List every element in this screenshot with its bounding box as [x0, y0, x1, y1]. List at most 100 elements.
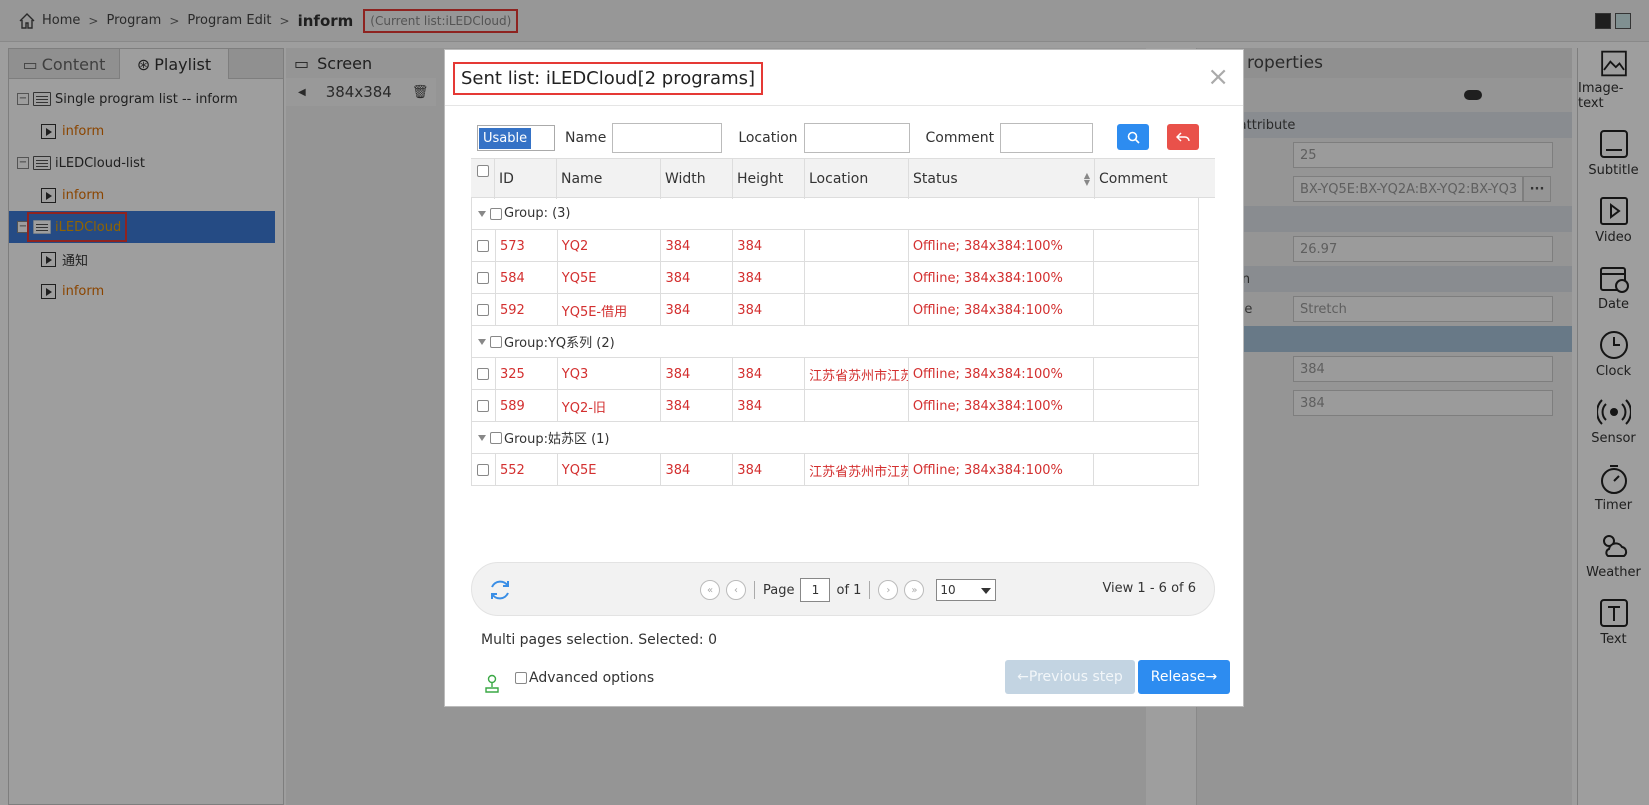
cell-height: 384	[733, 230, 806, 262]
cell-location: 江苏省苏州市江苏	[805, 454, 909, 486]
column-header-id[interactable]: ID	[495, 159, 557, 199]
dialog-header: Sent list: iLEDCloud[2 programs] ×	[445, 50, 1243, 106]
comment-input[interactable]	[1000, 123, 1094, 153]
column-header-comment[interactable]: Comment	[1095, 159, 1199, 199]
cell-height: 384	[733, 294, 806, 326]
collapse-triangle-icon[interactable]	[478, 434, 486, 441]
comment-label: Comment	[925, 130, 995, 146]
column-header-height[interactable]: Height	[733, 159, 805, 199]
previous-step-button[interactable]: ←Previous step	[1005, 660, 1135, 694]
column-header-location[interactable]: Location	[805, 159, 909, 199]
group-checkbox[interactable]	[490, 335, 502, 348]
multi-selection-status: Multi pages selection. Selected: 0	[481, 632, 717, 648]
row-checkbox[interactable]	[477, 400, 490, 412]
row-checkbox-cell	[472, 230, 496, 262]
last-page-icon[interactable]: »	[904, 580, 925, 600]
group-row[interactable]: Group:YQ系列 (2)	[471, 326, 1199, 358]
cell-location: 江苏省苏州市江苏	[805, 358, 909, 390]
release-button[interactable]: Release→	[1138, 660, 1230, 694]
close-icon[interactable]: ×	[1207, 62, 1229, 92]
group-label: Group:姑苏区 (1)	[504, 432, 610, 447]
collapse-triangle-icon[interactable]	[478, 210, 486, 217]
refresh-icon[interactable]	[486, 576, 514, 604]
cell-name: YQ5E-借用	[558, 294, 662, 326]
table-row[interactable]: 584 YQ5E 384 384 Offline; 384x384:100%	[471, 262, 1199, 294]
next-page-icon[interactable]: ›	[878, 580, 899, 600]
cell-name: YQ5E	[558, 454, 662, 486]
dialog-title: Sent list: iLEDCloud[2 programs]	[453, 62, 764, 95]
location-input[interactable]	[803, 123, 910, 153]
row-checkbox[interactable]	[477, 368, 490, 380]
usable-select[interactable]: Usable	[477, 125, 555, 151]
name-label: Name	[565, 130, 607, 146]
row-checkbox[interactable]	[477, 304, 490, 316]
cell-status: Offline; 384x384:100%	[909, 294, 1095, 326]
location-label: Location	[738, 130, 798, 146]
column-header-status-label: Status	[913, 171, 958, 187]
cell-name: YQ3	[558, 358, 662, 390]
column-header-name[interactable]: Name	[557, 159, 661, 199]
advanced-options[interactable]: Advanced options	[515, 670, 654, 686]
row-checkbox-cell	[472, 294, 496, 326]
row-checkbox[interactable]	[477, 272, 490, 284]
pager-controls: « ‹ Page 1 of 1 › » 10	[700, 578, 997, 602]
cell-location	[805, 390, 909, 422]
cell-height: 384	[733, 454, 806, 486]
filter-bar: Usable Name Location Comment	[477, 122, 1217, 154]
group-checkbox[interactable]	[490, 431, 502, 444]
collapse-triangle-icon[interactable]	[478, 338, 486, 345]
table-row[interactable]: 552 YQ5E 384 384 江苏省苏州市江苏 Offline; 384x3…	[471, 454, 1199, 486]
cell-comment	[1094, 294, 1198, 326]
grid-body: Group: (3) 573 YQ2 384 384 Offline; 384x…	[471, 198, 1199, 486]
table-row[interactable]: 589 YQ2-旧 384 384 Offline; 384x384:100%	[471, 390, 1199, 422]
cell-height: 384	[733, 358, 806, 390]
group-label: Group: (3)	[504, 206, 571, 221]
cell-id: 589	[496, 390, 558, 422]
page-size-select[interactable]: 10	[936, 579, 997, 601]
page-input[interactable]: 1	[800, 578, 831, 602]
row-checkbox[interactable]	[477, 464, 490, 476]
cell-location	[805, 294, 909, 326]
column-header-width[interactable]: Width	[661, 159, 733, 199]
first-page-icon[interactable]: «	[700, 580, 720, 600]
group-row[interactable]: Group: (3)	[471, 198, 1199, 230]
cell-location	[805, 262, 909, 294]
advanced-options-checkbox[interactable]	[515, 672, 527, 684]
advanced-options-label: Advanced options	[529, 670, 655, 686]
table-row[interactable]: 592 YQ5E-借用 384 384 Offline; 384x384:100…	[471, 294, 1199, 326]
cell-width: 384	[661, 358, 734, 390]
pager: « ‹ Page 1 of 1 › » 10 View 1 - 6 of 6	[471, 562, 1215, 616]
cell-width: 384	[661, 454, 734, 486]
group-row[interactable]: Group:姑苏区 (1)	[471, 422, 1199, 454]
pager-divider	[754, 581, 755, 599]
sort-icon[interactable]: ▲ ▼	[1084, 172, 1090, 187]
row-checkbox-cell	[472, 454, 496, 486]
cell-status: Offline; 384x384:100%	[909, 454, 1095, 486]
usable-selected-option: Usable	[479, 127, 532, 149]
column-header-status[interactable]: Status ▲ ▼	[909, 159, 1095, 199]
cell-comment	[1094, 230, 1198, 262]
row-checkbox-cell	[472, 358, 496, 390]
cell-height: 384	[733, 262, 806, 294]
select-all-checkbox[interactable]	[476, 165, 489, 177]
user-stamp-icon[interactable]	[483, 674, 501, 694]
table-row[interactable]: 573 YQ2 384 384 Offline; 384x384:100%	[471, 230, 1199, 262]
cell-height: 384	[733, 390, 806, 422]
row-checkbox-cell	[472, 390, 496, 422]
cell-name: YQ5E	[558, 262, 662, 294]
cell-name: YQ2-旧	[558, 390, 662, 422]
search-button[interactable]	[1117, 124, 1149, 150]
cell-comment	[1094, 390, 1198, 422]
name-input[interactable]	[612, 123, 723, 153]
row-checkbox[interactable]	[477, 240, 490, 252]
cell-comment	[1094, 454, 1198, 486]
cell-status: Offline; 384x384:100%	[909, 262, 1095, 294]
cell-width: 384	[661, 230, 734, 262]
reset-button[interactable]	[1167, 124, 1199, 150]
table-row[interactable]: 325 YQ3 384 384 江苏省苏州市江苏 Offline; 384x38…	[471, 358, 1199, 390]
cell-location	[805, 230, 909, 262]
cell-width: 384	[661, 262, 734, 294]
prev-page-icon[interactable]: ‹	[726, 580, 746, 600]
cell-status: Offline; 384x384:100%	[909, 230, 1095, 262]
group-checkbox[interactable]	[490, 207, 502, 220]
